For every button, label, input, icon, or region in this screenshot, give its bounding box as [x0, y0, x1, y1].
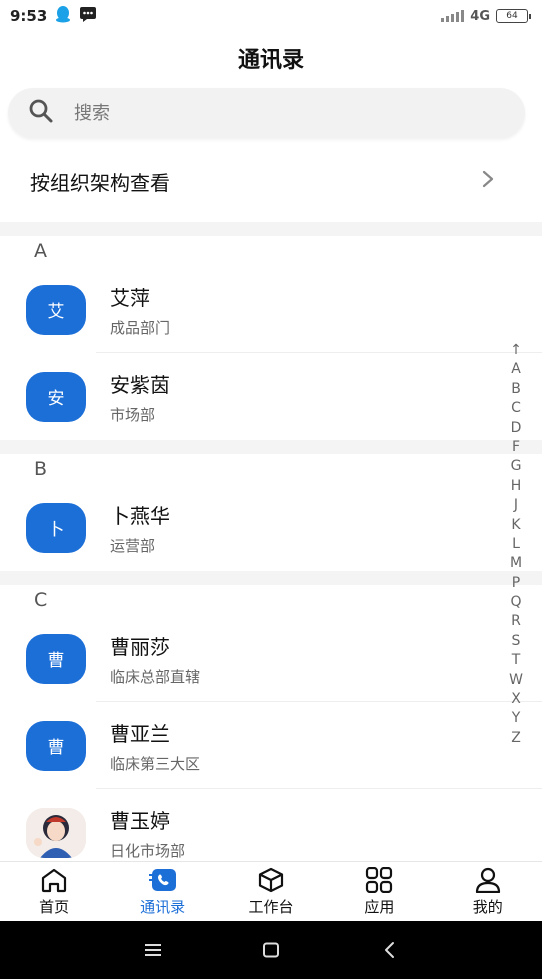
- alpha-index-letter[interactable]: F: [512, 438, 520, 457]
- search-icon: [28, 98, 54, 128]
- signal-icon: [441, 10, 465, 22]
- avatar: 安: [26, 371, 86, 422]
- bottom-nav: 首页 通讯录 工作台 应用 我的: [0, 861, 542, 921]
- group-header-a: A: [34, 240, 47, 262]
- alpha-index-letter[interactable]: P: [512, 574, 520, 593]
- nav-profile[interactable]: 我的: [434, 862, 542, 921]
- nav-workbench[interactable]: 工作台: [217, 862, 325, 921]
- contact-row[interactable]: 曹玉婷 日化市场部: [0, 789, 542, 862]
- org-structure-row[interactable]: 按组织架构查看: [0, 152, 542, 210]
- contact-row[interactable]: 曹 曹丽莎 临床总部直辖: [0, 615, 542, 702]
- battery-icon: 64: [496, 9, 531, 23]
- profile-icon: [473, 866, 503, 894]
- contacts-icon: [148, 866, 178, 894]
- contact-dept: 日化市场部: [110, 841, 186, 860]
- nav-profile-label: 我的: [472, 898, 503, 916]
- contact-text: 卜燕华 运营部: [110, 500, 170, 556]
- alpha-index-letter[interactable]: Q: [510, 593, 521, 612]
- alpha-index-letter[interactable]: M: [510, 554, 522, 573]
- alpha-index-letter[interactable]: R: [511, 612, 521, 631]
- alpha-index-top[interactable]: ↑: [510, 341, 522, 360]
- alpha-index-letter[interactable]: Y: [512, 709, 521, 728]
- status-bar: 9:53 4G 64: [0, 0, 542, 32]
- contact-row[interactable]: 艾 艾萍 成品部门: [0, 266, 542, 353]
- contact-dept: 临床第三大区: [110, 754, 201, 773]
- avatar: 艾: [26, 284, 86, 335]
- system-nav-bar: [0, 921, 542, 979]
- alpha-index-letter[interactable]: A: [511, 360, 521, 379]
- contact-name: 艾萍: [110, 285, 150, 310]
- group-header-b: B: [34, 458, 48, 480]
- contact-dept: 运营部: [110, 536, 156, 555]
- avatar: 曹: [26, 633, 86, 684]
- menu-icon[interactable]: [139, 936, 167, 964]
- contact-name: 曹玉婷: [110, 808, 170, 833]
- nav-apps[interactable]: 应用: [325, 862, 433, 921]
- battery-level: 64: [506, 11, 518, 21]
- search-input[interactable]: [74, 102, 454, 124]
- chevron-right-icon: [482, 170, 494, 192]
- qq-icon: [55, 5, 71, 27]
- avatar-photo: [26, 807, 86, 858]
- alpha-index-letter[interactable]: T: [512, 651, 521, 670]
- alpha-index-letter[interactable]: K: [511, 516, 520, 535]
- contact-row[interactable]: 曹 曹亚兰 临床第三大区: [0, 702, 542, 789]
- nav-contacts[interactable]: 通讯录: [109, 862, 217, 921]
- org-structure-label: 按组织架构查看: [30, 170, 170, 195]
- contact-text: 艾萍 成品部门: [110, 282, 170, 338]
- avatar: 卜: [26, 502, 86, 553]
- alpha-index-letter[interactable]: L: [512, 535, 520, 554]
- contact-text: 曹玉婷 日化市场部: [110, 805, 185, 861]
- group-divider: [0, 440, 542, 454]
- message-icon: [79, 6, 97, 26]
- contact-text: 曹丽莎 临床总部直辖: [110, 631, 200, 687]
- search-bar[interactable]: [8, 88, 525, 138]
- alpha-index-letter[interactable]: G: [511, 457, 522, 476]
- nav-apps-label: 应用: [364, 898, 395, 916]
- contact-row[interactable]: 卜 卜燕华 运营部: [0, 484, 542, 571]
- home-icon: [39, 866, 69, 894]
- page-title: 通讯录: [237, 48, 304, 73]
- alpha-index-letter[interactable]: B: [511, 380, 521, 399]
- contact-name: 安紫茵: [110, 372, 170, 397]
- contact-name: 卜燕华: [110, 503, 170, 528]
- status-left: 9:53: [10, 5, 97, 27]
- group-divider: [0, 222, 542, 236]
- contact-text: 曹亚兰 临床第三大区: [110, 718, 200, 774]
- alpha-index-letter[interactable]: J: [514, 496, 518, 515]
- contact-dept: 市场部: [110, 405, 156, 424]
- alpha-index-letter[interactable]: X: [511, 690, 521, 709]
- contact-dept: 成品部门: [110, 318, 171, 337]
- alpha-index-letter[interactable]: D: [511, 419, 522, 438]
- alpha-index-letter[interactable]: W: [509, 671, 523, 690]
- contact-name: 曹丽莎: [110, 634, 170, 659]
- contact-name: 曹亚兰: [110, 721, 170, 746]
- nav-contacts-label: 通讯录: [140, 898, 186, 916]
- nav-workbench-label: 工作台: [248, 898, 294, 916]
- contact-list[interactable]: A 艾 艾萍 成品部门 安 安紫茵 市场部 B 卜 卜燕华 运营部 C 曹 曹丽…: [0, 222, 542, 862]
- group-header-c: C: [34, 589, 48, 611]
- home-button-icon[interactable]: [257, 936, 285, 964]
- alpha-index-letter[interactable]: H: [511, 477, 522, 496]
- avatar: 曹: [26, 720, 86, 771]
- group-divider: [0, 571, 542, 585]
- nav-home[interactable]: 首页: [0, 862, 108, 921]
- nav-home-label: 首页: [39, 898, 70, 916]
- workbench-icon: [256, 866, 286, 894]
- contact-row[interactable]: 安 安紫茵 市场部: [0, 353, 542, 440]
- contact-text: 安紫茵 市场部: [110, 369, 170, 425]
- status-right: 4G 64: [441, 8, 531, 24]
- status-time: 9:53: [10, 7, 48, 25]
- alphabet-index[interactable]: ↑ A B C D F G H J K L M P Q R S T W X Y …: [509, 341, 523, 748]
- alpha-index-letter[interactable]: Z: [511, 729, 521, 748]
- back-icon[interactable]: [375, 936, 403, 964]
- network-type: 4G: [470, 8, 490, 24]
- contact-dept: 临床总部直辖: [110, 667, 201, 686]
- apps-icon: [364, 866, 394, 894]
- alpha-index-letter[interactable]: S: [512, 632, 521, 651]
- alpha-index-letter[interactable]: C: [511, 399, 521, 418]
